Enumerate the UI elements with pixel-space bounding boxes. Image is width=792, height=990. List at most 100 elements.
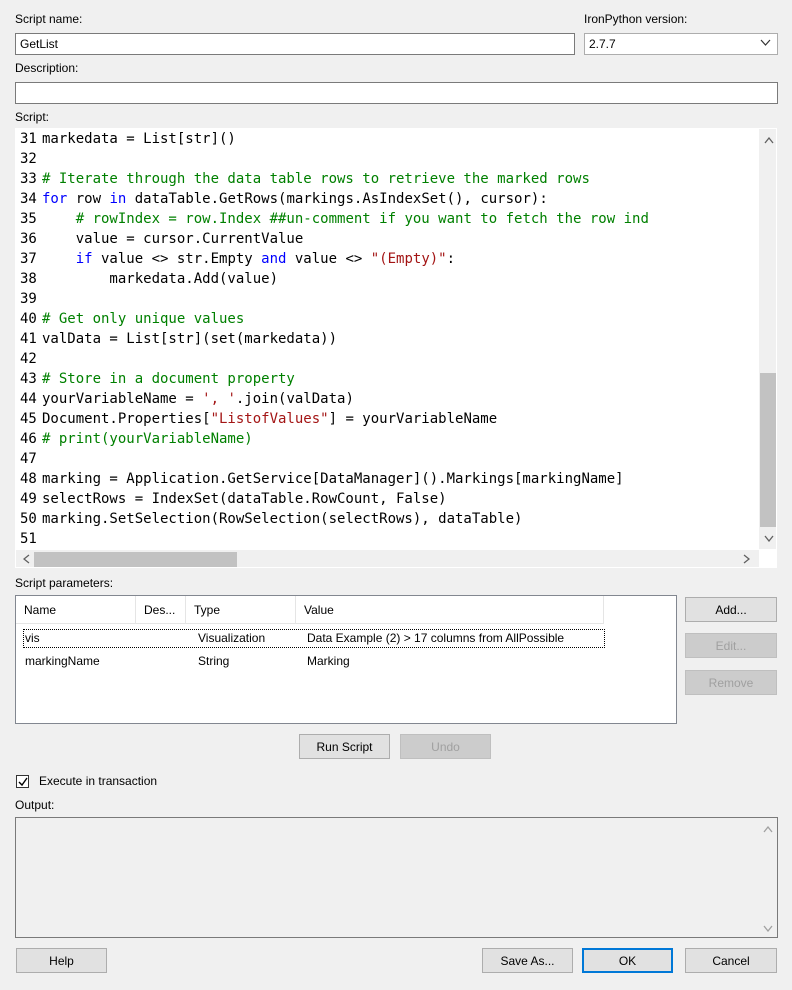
code-line[interactable]: 51 bbox=[16, 529, 42, 549]
code-token: if bbox=[75, 251, 93, 267]
code-line[interactable]: 32 bbox=[16, 149, 42, 169]
edit-button[interactable]: Edit... bbox=[685, 633, 777, 658]
scroll-down-icon[interactable] bbox=[759, 533, 776, 545]
line-number: 44 bbox=[20, 391, 37, 407]
param-type: String bbox=[198, 654, 230, 668]
code-line[interactable]: 31 markedata = List[str]() bbox=[16, 129, 236, 149]
line-number: 32 bbox=[20, 151, 37, 167]
execute-in-transaction-label[interactable]: Execute in transaction bbox=[39, 774, 157, 788]
description-input[interactable] bbox=[15, 82, 778, 104]
line-number: 41 bbox=[20, 331, 37, 347]
code-token: .join(valData) bbox=[235, 391, 354, 407]
code-token: value = cursor.CurrentValue bbox=[42, 231, 304, 247]
code-token: # Get only unique values bbox=[42, 311, 245, 327]
code-token: "ListofValues" bbox=[210, 411, 329, 427]
code-line[interactable]: 47 bbox=[16, 449, 42, 469]
code-line[interactable]: 37 if value <> str.Empty and value <> "(… bbox=[16, 249, 455, 269]
line-number: 50 bbox=[20, 511, 37, 527]
code-line[interactable]: 43 # Store in a document property bbox=[16, 369, 295, 389]
code-token: # Store in a document property bbox=[42, 371, 295, 387]
code-line[interactable]: 45 Document.Properties["ListofValues"] = … bbox=[16, 409, 497, 429]
checkmark-icon bbox=[18, 777, 28, 787]
code-line[interactable]: 50 marking.SetSelection(RowSelection(sele… bbox=[16, 509, 522, 529]
code-token: markedata.Add(value) bbox=[42, 271, 279, 287]
output-vertical-scrollbar[interactable] bbox=[758, 818, 777, 937]
remove-button[interactable]: Remove bbox=[685, 670, 777, 695]
code-token: row bbox=[67, 191, 110, 207]
vertical-scroll-thumb[interactable] bbox=[760, 373, 776, 527]
undo-button[interactable]: Undo bbox=[400, 734, 491, 759]
code-token: and bbox=[261, 251, 287, 267]
script-name-input[interactable] bbox=[15, 33, 575, 55]
script-parameters-list[interactable]: Name Des... Type Value vis Visualization… bbox=[15, 595, 677, 724]
line-number: 31 bbox=[20, 131, 37, 147]
cancel-button[interactable]: Cancel bbox=[685, 948, 777, 973]
code-token: ', ' bbox=[202, 391, 236, 407]
code-token: marking = Application.GetService[DataMan… bbox=[42, 471, 624, 487]
script-label: Script: bbox=[15, 110, 50, 124]
line-number: 33 bbox=[20, 171, 37, 187]
output-label: Output: bbox=[15, 798, 55, 812]
line-number: 49 bbox=[20, 491, 37, 507]
line-number: 46 bbox=[20, 431, 37, 447]
code-token: for bbox=[42, 191, 68, 207]
line-number: 37 bbox=[20, 251, 37, 267]
horizontal-scroll-thumb[interactable] bbox=[34, 552, 237, 567]
code-line[interactable]: 33 # Iterate through the data table rows … bbox=[16, 169, 590, 189]
help-button[interactable]: Help bbox=[16, 948, 107, 973]
code-token: in bbox=[109, 191, 127, 207]
param-value: Data Example (2) > 17 columns from AllPo… bbox=[307, 631, 565, 645]
code-line[interactable]: 48 marking = Application.GetService[DataM… bbox=[16, 469, 624, 489]
code-token: valData = List[str](set(markedata)) bbox=[42, 331, 338, 347]
description-label: Description: bbox=[15, 61, 79, 75]
save-as-button[interactable]: Save As... bbox=[482, 948, 573, 973]
ironpython-version-value: 2.7.7 bbox=[589, 37, 616, 51]
output-text bbox=[17, 819, 758, 936]
code-line[interactable]: 46 # print(yourVariableName) bbox=[16, 429, 253, 449]
scroll-up-icon[interactable] bbox=[758, 824, 777, 836]
run-script-button[interactable]: Run Script bbox=[299, 734, 390, 759]
column-header-name[interactable]: Name bbox=[16, 596, 136, 624]
scroll-left-icon[interactable] bbox=[20, 554, 32, 567]
column-header-description[interactable]: Des... bbox=[136, 596, 186, 624]
vertical-scrollbar[interactable] bbox=[759, 129, 776, 549]
code-token: dataTable.GetRows(markings.AsIndexSet(),… bbox=[126, 191, 548, 207]
scroll-up-icon[interactable] bbox=[759, 135, 776, 147]
scroll-down-icon[interactable] bbox=[758, 923, 777, 935]
code-line[interactable]: 49 selectRows = IndexSet(dataTable.RowCou… bbox=[16, 489, 447, 509]
code-token: yourVariableName = bbox=[42, 391, 203, 407]
code-line[interactable]: 44 yourVariableName = ', '.join(valData) bbox=[16, 389, 354, 409]
scroll-right-icon[interactable] bbox=[740, 554, 752, 567]
code-area[interactable]: 31 markedata = List[str]() 32 33 # Iterate t… bbox=[16, 129, 759, 549]
line-number: 45 bbox=[20, 411, 37, 427]
code-token: "(Empty)" bbox=[370, 251, 447, 267]
code-line[interactable]: 34 for row in dataTable.GetRows(markings.… bbox=[16, 189, 548, 209]
ironpython-version-select[interactable]: 2.7.7 bbox=[584, 33, 778, 55]
code-line[interactable]: 38 markedata.Add(value) bbox=[16, 269, 278, 289]
code-token: # Iterate through the data table rows to… bbox=[42, 171, 590, 187]
code-line[interactable]: 41 valData = List[str](set(markedata)) bbox=[16, 329, 337, 349]
line-number: 48 bbox=[20, 471, 37, 487]
code-line[interactable]: 39 bbox=[16, 289, 42, 309]
code-token: value <> bbox=[286, 251, 371, 267]
script-editor[interactable]: 31 markedata = List[str]() 32 33 # Iterate t… bbox=[15, 128, 777, 568]
code-token: markedata = List[str]() bbox=[42, 131, 236, 147]
column-header-type[interactable]: Type bbox=[186, 596, 296, 624]
code-token: value <> str.Empty bbox=[92, 251, 262, 267]
horizontal-scrollbar[interactable] bbox=[16, 550, 759, 567]
param-value: Marking bbox=[307, 654, 350, 668]
column-header-value[interactable]: Value bbox=[296, 596, 604, 624]
code-token: marking.SetSelection(RowSelection(select… bbox=[42, 511, 523, 527]
code-line[interactable]: 35 # rowIndex = row.Index ##un-comment i… bbox=[16, 209, 649, 229]
add-button[interactable]: Add... bbox=[685, 597, 777, 622]
line-number: 43 bbox=[20, 371, 37, 387]
code-line[interactable]: 42 bbox=[16, 349, 42, 369]
ok-button[interactable]: OK bbox=[582, 948, 673, 973]
code-line[interactable]: 40 # Get only unique values bbox=[16, 309, 244, 329]
execute-in-transaction-checkbox[interactable] bbox=[16, 775, 29, 788]
script-parameters-label: Script parameters: bbox=[15, 576, 114, 590]
line-number: 47 bbox=[20, 451, 37, 467]
output-box[interactable] bbox=[15, 817, 778, 938]
code-line[interactable]: 36 value = cursor.CurrentValue bbox=[16, 229, 303, 249]
